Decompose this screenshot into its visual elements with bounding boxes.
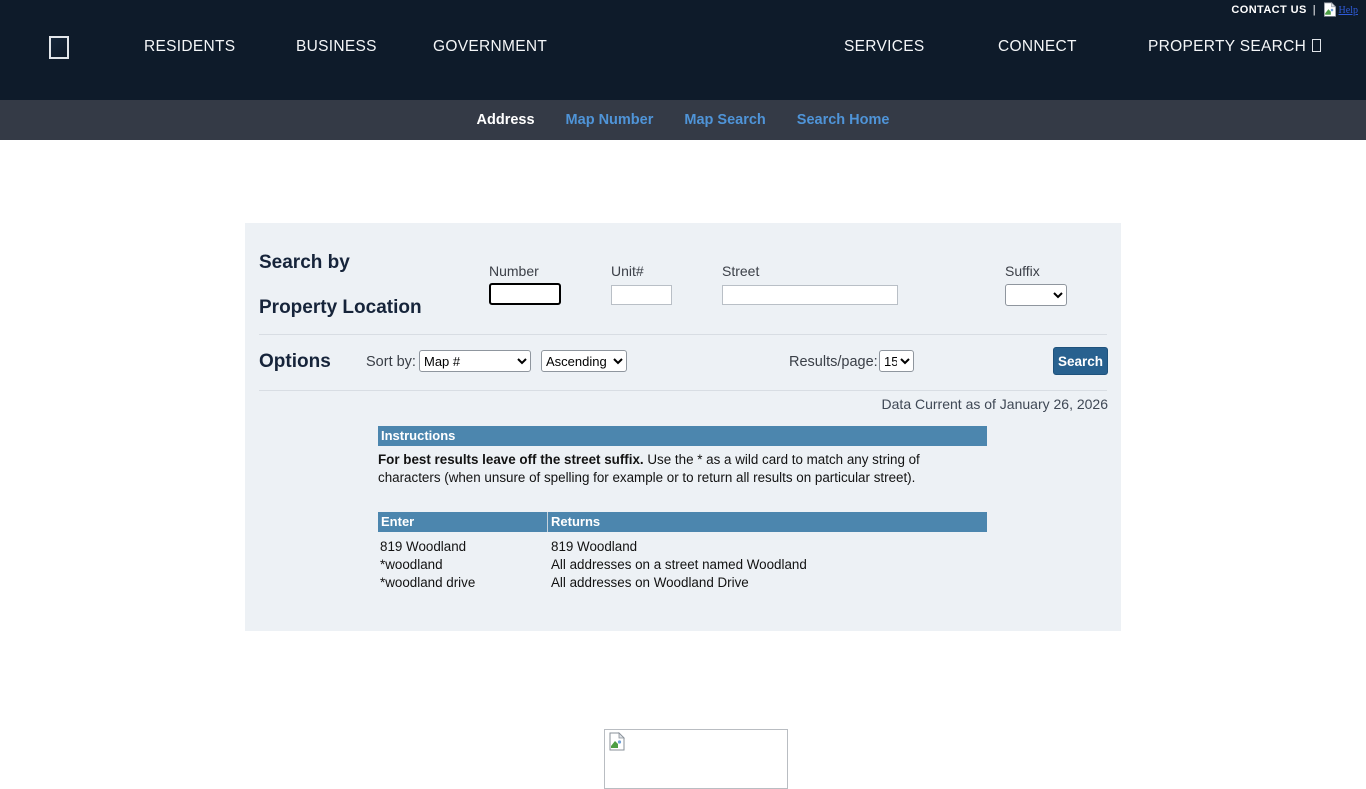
examples-table-body: 819 Woodland 819 Woodland *woodland All … [378,538,987,592]
sort-field-select[interactable]: Map # [419,350,531,372]
site-logo-placeholder[interactable] [49,36,69,59]
enter-column-header: Enter [378,512,548,532]
examples-table: Enter Returns 819 Woodland 819 Woodland … [378,512,987,592]
subnav-tab-search-home[interactable]: Search Home [797,112,890,128]
enter-cell: *woodland [378,556,549,574]
nav-item-property-search[interactable]: PROPERTY SEARCH [1148,38,1321,56]
divider [259,334,1107,335]
unit-label: Unit# [611,263,644,279]
enter-cell: *woodland drive [378,574,549,592]
street-label: Street [722,263,759,279]
table-row: *woodland drive All addresses on Woodlan… [378,574,987,592]
data-current-text: Data Current as of January 26, 2026 [882,396,1108,412]
results-per-page-select[interactable]: 15 [879,350,914,372]
missing-glyph-box [1312,39,1321,52]
help-link-label: Help [1339,5,1358,16]
panel-title-line1: Search by [259,252,350,274]
nav-item-property-search-label: PROPERTY SEARCH [1148,38,1306,55]
examples-table-header: Enter Returns [378,512,987,532]
sort-by-label: Sort by: [366,354,416,370]
subnav-tab-map-number[interactable]: Map Number [566,112,654,128]
suffix-select[interactable] [1005,284,1067,306]
nav-item-residents[interactable]: RESIDENTS [144,38,235,56]
number-input[interactable] [489,283,561,305]
sort-direction-select[interactable]: Ascending [541,350,627,372]
table-row: 819 Woodland 819 Woodland [378,538,987,556]
panel-title-line2: Property Location [259,297,422,319]
results-per-page-label: Results/page: [789,354,878,370]
broken-image-icon [607,732,627,752]
nav-item-business[interactable]: BUSINESS [296,38,377,56]
returns-cell: All addresses on a street named Woodland [549,556,987,574]
table-row: *woodland All addresses on a street name… [378,556,987,574]
number-label: Number [489,263,539,279]
help-link[interactable]: Help [1322,2,1358,18]
divider [259,390,1107,391]
contact-row: CONTACT US | Help [1231,2,1358,18]
property-search-panel: Search by Property Location Number Unit#… [245,223,1121,631]
suffix-label: Suffix [1005,263,1040,279]
nav-item-connect[interactable]: CONNECT [998,38,1077,56]
contact-us-link[interactable]: CONTACT US [1231,4,1306,16]
broken-image-icon [1322,2,1338,18]
unit-input[interactable] [611,285,672,305]
instructions-header: Instructions [378,426,987,446]
options-heading: Options [259,351,331,373]
site-header: CONTACT US | Help RESIDENTS BUSINESS GOV… [0,0,1366,100]
instructions-bold-text: For best results leave off the street su… [378,452,644,467]
search-subnav: Address Map Number Map Search Search Hom… [0,100,1366,140]
returns-column-header: Returns [548,512,987,532]
footer-broken-image [604,729,788,789]
nav-item-government[interactable]: GOVERNMENT [433,38,547,56]
enter-cell: 819 Woodland [378,538,549,556]
nav-item-services[interactable]: SERVICES [844,38,925,56]
instructions-body: For best results leave off the street su… [378,451,978,487]
street-input[interactable] [722,285,898,305]
returns-cell: 819 Woodland [549,538,987,556]
returns-cell: All addresses on Woodland Drive [549,574,987,592]
subnav-tab-address[interactable]: Address [477,112,535,128]
subnav-tab-map-search[interactable]: Map Search [684,112,765,128]
contact-separator: | [1313,4,1316,16]
search-button[interactable]: Search [1053,347,1108,375]
